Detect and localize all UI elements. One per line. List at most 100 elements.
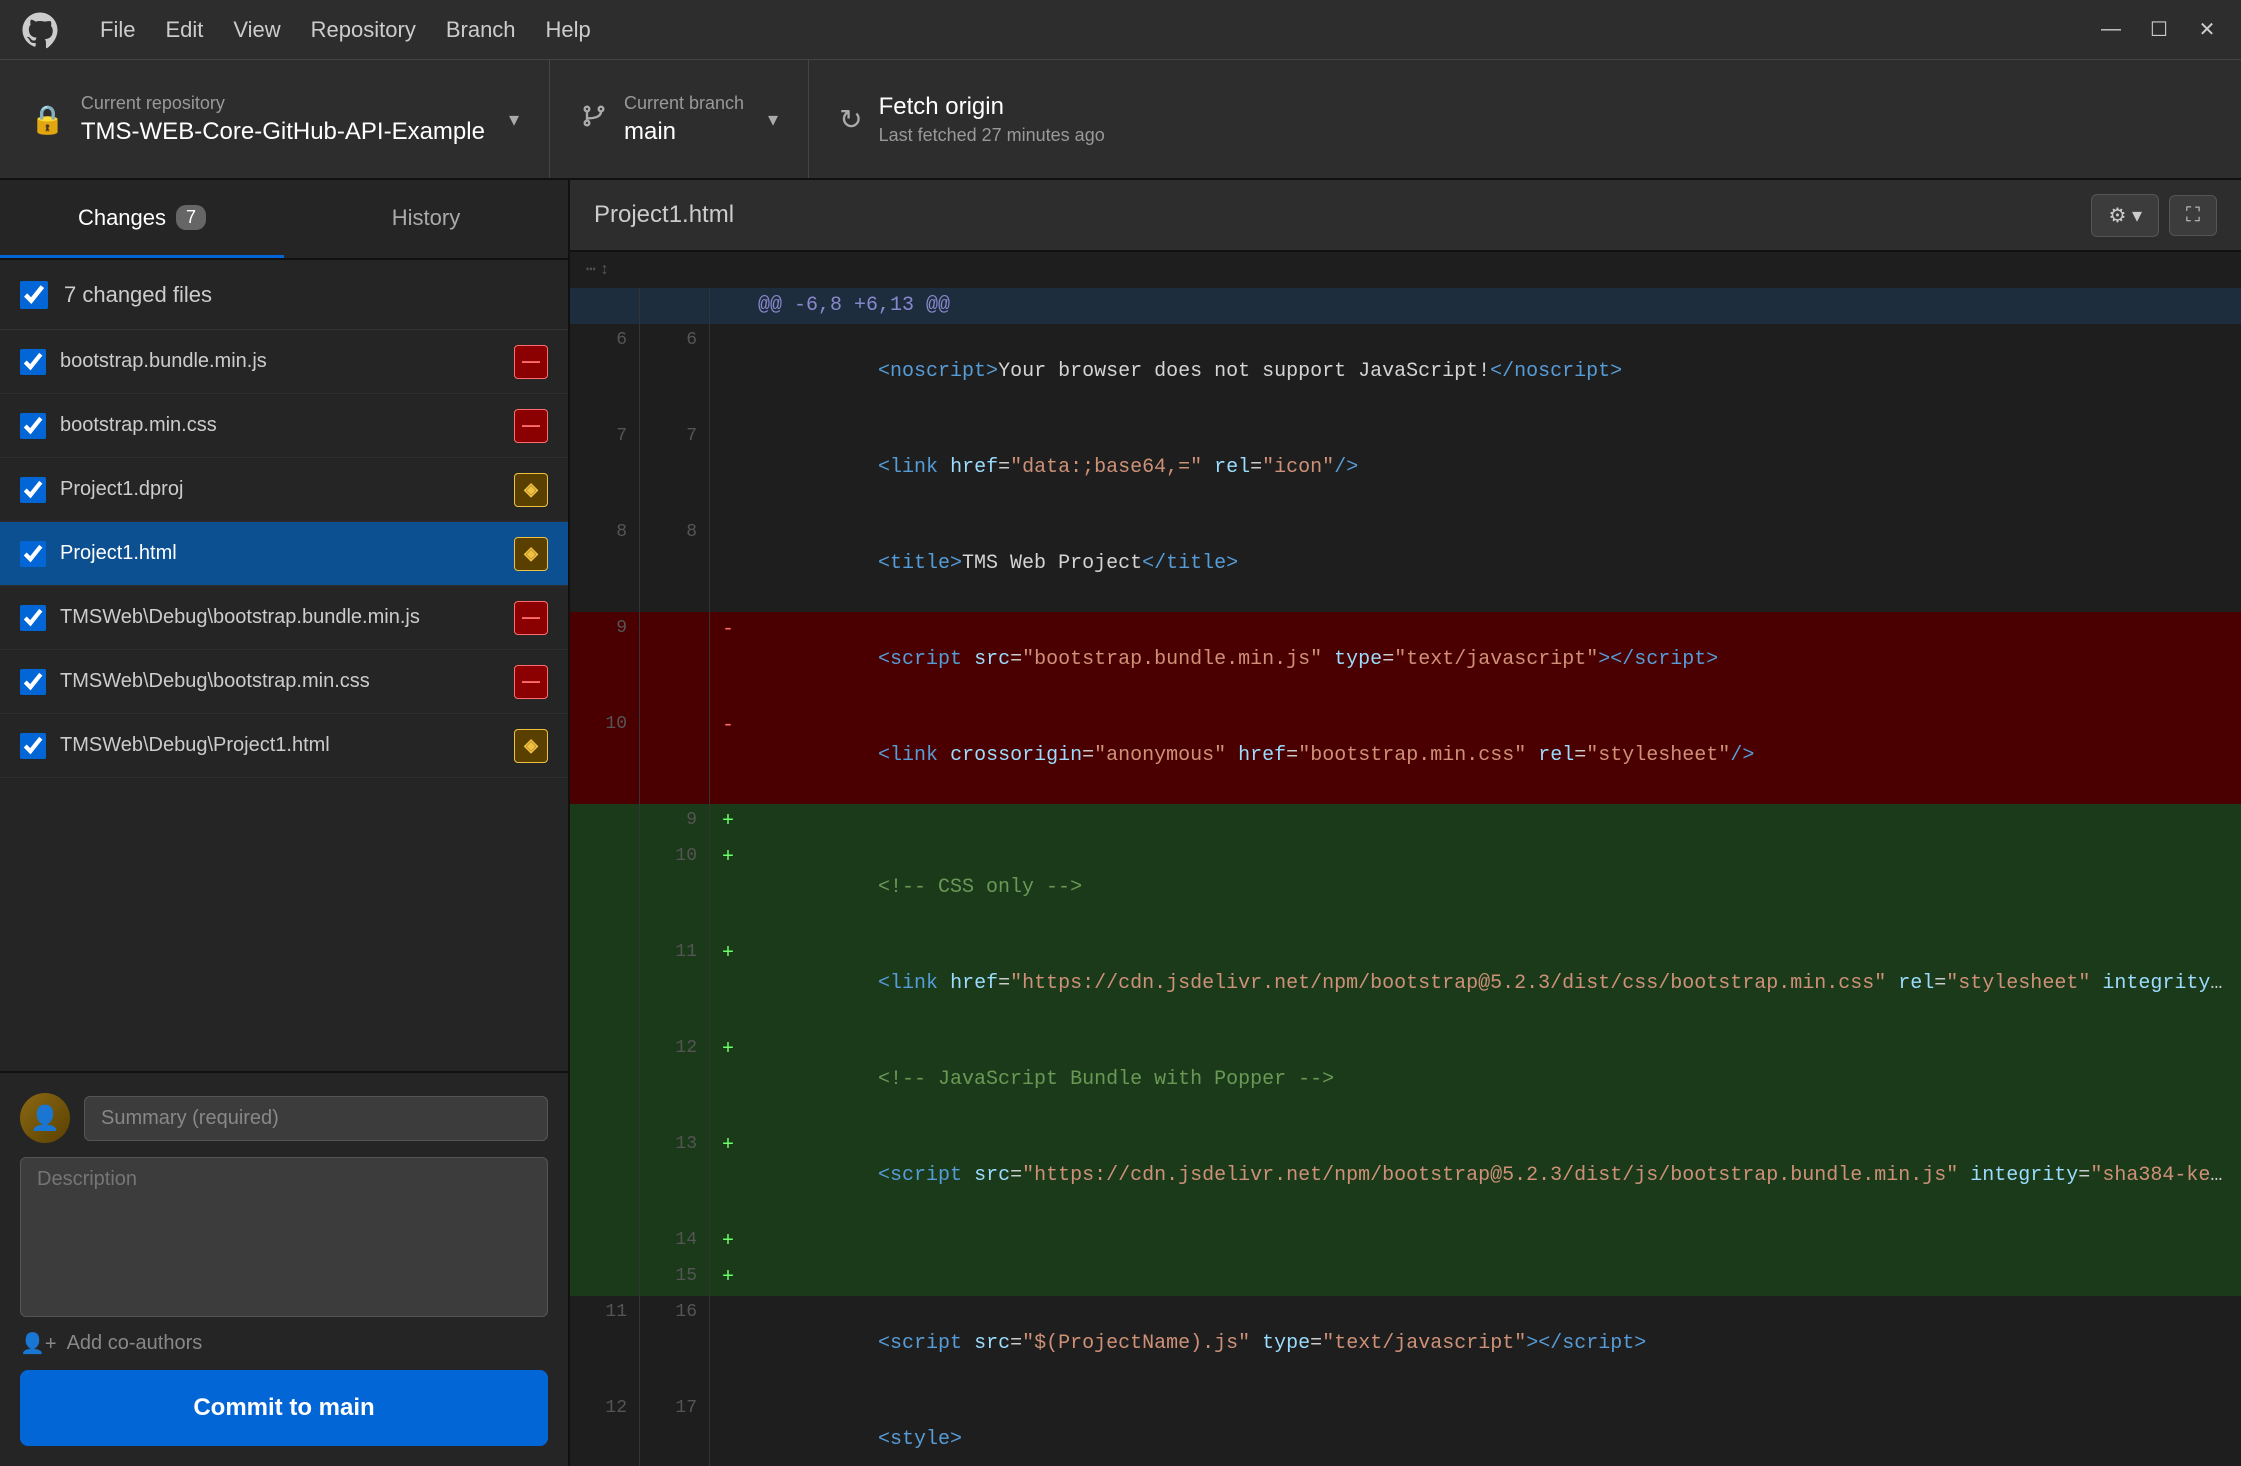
diff-line-2: 8 8 <title>TMS Web Project</title> xyxy=(570,516,2241,612)
file-name-1: bootstrap.min.css xyxy=(60,414,500,437)
content-area: Changes 7 History 7 changed files bootst… xyxy=(0,180,2241,1466)
repo-chevron-icon: ▾ xyxy=(509,107,519,132)
file-checkbox-6[interactable] xyxy=(20,733,46,759)
diff-line-10: 14 + xyxy=(570,1224,2241,1260)
fetch-label: Fetch origin xyxy=(879,93,1105,121)
file-checkbox-3[interactable] xyxy=(20,541,46,567)
diff-header: Project1.html ⚙ ▾ ⛶ xyxy=(570,180,2241,252)
gutter-new-11: 15 xyxy=(640,1260,710,1296)
diff-line-7: 11 + <link href="https://cdn.jsdelivr.ne… xyxy=(570,936,2241,1032)
marker-4: - xyxy=(710,708,746,804)
branch-label: Current branch xyxy=(624,93,744,114)
code-5 xyxy=(746,804,2241,840)
gutter-new-12: 16 xyxy=(640,1296,710,1392)
code-3: <script src="bootstrap.bundle.min.js" ty… xyxy=(746,612,2241,708)
gutter-new-1: 7 xyxy=(640,420,710,516)
diff-content[interactable]: ⋯ ↕ @@ -6,8 +6,13 @@ 6 6 <noscript>Your … xyxy=(570,252,2241,1466)
titlebar-left: File Edit View Repository Branch Help xyxy=(20,10,591,50)
gutter-new-9: 13 xyxy=(640,1128,710,1224)
diff-expand-button[interactable]: ⛶ xyxy=(2169,195,2217,236)
marker-0 xyxy=(710,324,746,420)
code-1: <link href="data:;base64,=" rel="icon"/> xyxy=(746,420,2241,516)
minimize-button[interactable]: — xyxy=(2097,16,2125,44)
gutter-new-4 xyxy=(640,708,710,804)
diff-header-actions: ⚙ ▾ ⛶ xyxy=(2091,194,2217,237)
file-item-1[interactable]: bootstrap.min.css — xyxy=(0,394,568,458)
fetch-origin-section[interactable]: ↻ Fetch origin Last fetched 27 minutes a… xyxy=(809,60,1135,178)
main-toolbar: 🔒 Current repository TMS-WEB-Core-GitHub… xyxy=(0,60,2241,180)
file-checkbox-5[interactable] xyxy=(20,669,46,695)
diff-line-11: 15 + xyxy=(570,1260,2241,1296)
marker-5: + xyxy=(710,804,746,840)
diff-settings-button[interactable]: ⚙ ▾ xyxy=(2091,194,2159,237)
description-input[interactable] xyxy=(20,1157,548,1317)
code-7: <link href="https://cdn.jsdelivr.net/npm… xyxy=(746,936,2241,1032)
history-tab-label: History xyxy=(392,205,460,231)
file-badge-5: — xyxy=(514,665,548,699)
maximize-button[interactable]: ☐ xyxy=(2145,16,2173,44)
file-checkbox-0[interactable] xyxy=(20,349,46,375)
code-11 xyxy=(746,1260,2241,1296)
diff-hunk-code: @@ -6,8 +6,13 @@ xyxy=(746,288,2241,324)
file-checkbox-2[interactable] xyxy=(20,477,46,503)
file-item-2[interactable]: Project1.dproj ◈ xyxy=(0,458,568,522)
marker-10: + xyxy=(710,1224,746,1260)
avatar-image: 👤 xyxy=(20,1093,70,1143)
diff-line-5: 9 + xyxy=(570,804,2241,840)
close-button[interactable]: ✕ xyxy=(2193,16,2221,44)
file-item-5[interactable]: TMSWeb\Debug\bootstrap.min.css — xyxy=(0,650,568,714)
diff-line-3: 9 - <script src="bootstrap.bundle.min.js… xyxy=(570,612,2241,708)
menu-help[interactable]: Help xyxy=(546,17,591,43)
select-all-checkbox[interactable] xyxy=(20,281,48,309)
file-badge-4: — xyxy=(514,601,548,635)
file-item-6[interactable]: TMSWeb\Debug\Project1.html ◈ xyxy=(0,714,568,778)
gutter-old-1: 7 xyxy=(570,420,640,516)
repo-text: Current repository TMS-WEB-Core-GitHub-A… xyxy=(81,93,485,146)
menu-edit[interactable]: Edit xyxy=(165,17,203,43)
gutter-new-6: 10 xyxy=(640,840,710,936)
diff-hunk-header: @@ -6,8 +6,13 @@ xyxy=(570,288,2241,324)
marker-8: + xyxy=(710,1032,746,1128)
tab-changes[interactable]: Changes 7 xyxy=(0,180,284,258)
branch-icon xyxy=(580,102,608,137)
commit-button[interactable]: Commit to main xyxy=(20,1370,548,1446)
current-repo-section[interactable]: 🔒 Current repository TMS-WEB-Core-GitHub… xyxy=(0,60,550,178)
window-controls: — ☐ ✕ xyxy=(2097,16,2221,44)
file-item-3[interactable]: Project1.html ◈ xyxy=(0,522,568,586)
diff-gutter-new xyxy=(640,288,710,324)
menu-repository[interactable]: Repository xyxy=(311,17,416,43)
file-name-0: bootstrap.bundle.min.js xyxy=(60,350,500,373)
coauthors-icon: 👤+ xyxy=(20,1331,57,1356)
marker-6: + xyxy=(710,840,746,936)
current-branch-section[interactable]: Current branch main ▾ xyxy=(550,60,809,178)
file-checkbox-4[interactable] xyxy=(20,605,46,631)
file-badge-0: — xyxy=(514,345,548,379)
gutter-new-10: 14 xyxy=(640,1224,710,1260)
file-item-4[interactable]: TMSWeb\Debug\bootstrap.bundle.min.js — xyxy=(0,586,568,650)
summary-input[interactable] xyxy=(84,1096,548,1141)
marker-9: + xyxy=(710,1128,746,1224)
menu-branch[interactable]: Branch xyxy=(446,17,516,43)
github-logo-icon xyxy=(20,10,60,50)
gutter-old-8 xyxy=(570,1032,640,1128)
gutter-old-13: 12 xyxy=(570,1392,640,1466)
coauthors-label: Add co-authors xyxy=(67,1332,203,1355)
menu-file[interactable]: File xyxy=(100,17,135,43)
changes-tab-label: Changes xyxy=(78,205,166,231)
gutter-new-8: 12 xyxy=(640,1032,710,1128)
tab-history[interactable]: History xyxy=(284,180,568,258)
file-list: bootstrap.bundle.min.js — bootstrap.min.… xyxy=(0,330,568,1071)
diff-line-12: 11 16 <script src="$(ProjectName).js" ty… xyxy=(570,1296,2241,1392)
branch-value: main xyxy=(624,118,744,146)
code-12: <script src="$(ProjectName).js" type="te… xyxy=(746,1296,2241,1392)
gutter-new-13: 17 xyxy=(640,1392,710,1466)
diff-line-0: 6 6 <noscript>Your browser does not supp… xyxy=(570,324,2241,420)
gutter-old-10 xyxy=(570,1224,640,1260)
file-item-0[interactable]: bootstrap.bundle.min.js — xyxy=(0,330,568,394)
menu-view[interactable]: View xyxy=(233,17,280,43)
gutter-old-7 xyxy=(570,936,640,1032)
repo-label: Current repository xyxy=(81,93,485,114)
coauthors-row[interactable]: 👤+ Add co-authors xyxy=(20,1331,548,1356)
diff-dots-top: ⋯ ↕ xyxy=(570,252,2241,288)
file-checkbox-1[interactable] xyxy=(20,413,46,439)
